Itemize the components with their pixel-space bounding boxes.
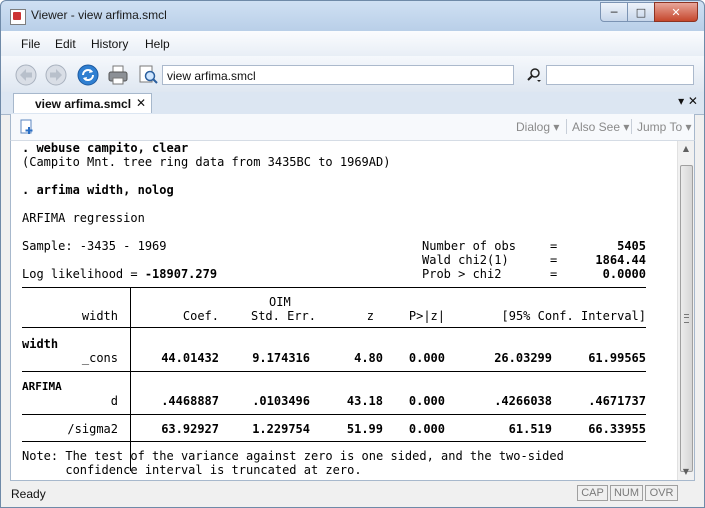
stat-label: Prob > chi2 bbox=[422, 267, 502, 281]
jump-to-menu-button[interactable]: Jump To ▾ bbox=[637, 120, 692, 134]
viewer-content: . webuse campito, clear (Campito Mnt. tr… bbox=[10, 140, 695, 481]
scroll-down-arrow-icon[interactable]: ▼ bbox=[678, 464, 694, 480]
tab-view-arfima[interactable]: view arfima.smcl ✕ bbox=[13, 93, 152, 113]
cell-z: 4.80 bbox=[354, 351, 383, 365]
close-window-button[interactable]: ✕ bbox=[654, 2, 698, 22]
cell-coef: .4468887 bbox=[161, 394, 219, 408]
header-rule bbox=[22, 327, 646, 328]
maximize-button[interactable]: □ bbox=[627, 2, 655, 22]
output-note: (Campito Mnt. tree ring data from 3435BC… bbox=[22, 155, 391, 169]
group-rule bbox=[22, 371, 646, 372]
search-document-icon[interactable] bbox=[137, 64, 159, 86]
command-line: . arfima width, nolog bbox=[22, 183, 174, 197]
cell-p: 0.000 bbox=[408, 422, 445, 436]
stat-label: Wald chi2(1) bbox=[422, 253, 509, 267]
caps-lock-indicator: CAP bbox=[577, 485, 608, 501]
command-line: . webuse campito, clear bbox=[22, 141, 189, 155]
table-top-rule bbox=[22, 287, 646, 288]
find-icon[interactable] bbox=[526, 67, 542, 83]
depvar-header: width bbox=[81, 309, 118, 323]
vertical-scrollbar[interactable]: ▲ ▼ bbox=[677, 141, 694, 480]
cell-std-err: 1.229754 bbox=[252, 422, 310, 436]
cell-p: 0.000 bbox=[408, 351, 445, 365]
address-field[interactable]: view arfima.smcl bbox=[162, 65, 514, 85]
also-see-menu-button[interactable]: Also See ▾ bbox=[572, 120, 629, 134]
row-label: /sigma2 bbox=[67, 422, 118, 436]
stat-value: 1864.44 bbox=[595, 253, 646, 267]
menu-file[interactable]: File bbox=[21, 37, 40, 51]
menu-history[interactable]: History bbox=[91, 37, 128, 51]
cell-ci-high: 66.33955 bbox=[588, 422, 646, 436]
new-viewer-icon[interactable] bbox=[19, 119, 35, 135]
tab-list-and-close-controls[interactable]: ▾ ✕ bbox=[678, 94, 698, 108]
back-arrow-icon[interactable] bbox=[15, 64, 37, 86]
equation-name: width bbox=[22, 337, 59, 351]
column-header-oim: OIM bbox=[269, 295, 291, 309]
scroll-up-arrow-icon[interactable]: ▲ bbox=[678, 141, 694, 157]
toolbar-separator bbox=[631, 119, 632, 134]
table-bottom-rule bbox=[22, 441, 646, 442]
forward-arrow-icon[interactable] bbox=[45, 64, 67, 86]
column-header-p: P>|z| bbox=[408, 309, 445, 323]
cell-p: 0.000 bbox=[408, 394, 445, 408]
viewer-toolbar: Dialog ▾ Also See ▾ Jump To ▾ bbox=[10, 114, 695, 140]
toolbar: view arfima.smcl bbox=[1, 56, 704, 93]
window-controls: ─ □ ✕ bbox=[600, 2, 698, 22]
cell-z: 51.99 bbox=[346, 422, 383, 436]
column-header-conf-interval: [95% Conf. Interval] bbox=[501, 309, 647, 323]
cell-ci-low: 61.519 bbox=[508, 422, 552, 436]
status-text: Ready bbox=[11, 487, 46, 501]
sample-range: Sample: -3435 - 1969 bbox=[22, 239, 167, 253]
row-label: _cons bbox=[81, 351, 118, 365]
column-header-std-err: Std. Err. bbox=[250, 309, 316, 323]
window-client: File Edit History Help view arfima.smcl … bbox=[1, 31, 704, 507]
title-bar[interactable]: Viewer - view arfima.smcl ─ □ ✕ bbox=[1, 1, 704, 31]
stat-eq: = bbox=[550, 239, 558, 253]
table-divider bbox=[130, 288, 131, 471]
cell-std-err: .0103496 bbox=[252, 394, 310, 408]
tab-bar: view arfima.smcl ✕ ▾ ✕ bbox=[1, 92, 704, 115]
stat-label: Number of obs bbox=[422, 239, 516, 253]
group-rule bbox=[22, 414, 646, 415]
equation-name: ARFIMA bbox=[22, 380, 62, 393]
column-header-z: z bbox=[366, 309, 374, 323]
cell-ci-low: 26.03299 bbox=[494, 351, 552, 365]
viewer-window: Viewer - view arfima.smcl ─ □ ✕ File Edi… bbox=[0, 0, 705, 508]
toolbar-separator bbox=[566, 119, 567, 134]
cell-std-err: 9.174316 bbox=[252, 351, 310, 365]
find-input[interactable] bbox=[546, 65, 694, 85]
menu-bar: File Edit History Help bbox=[1, 31, 704, 56]
window-title: Viewer - view arfima.smcl bbox=[31, 8, 167, 22]
cell-z: 43.18 bbox=[346, 394, 383, 408]
footnote: confidence interval is truncated at zero… bbox=[22, 463, 362, 477]
menu-edit[interactable]: Edit bbox=[55, 37, 76, 51]
stat-eq: = bbox=[550, 253, 558, 267]
menu-help[interactable]: Help bbox=[145, 37, 170, 51]
tab-label: view arfima.smcl bbox=[35, 97, 132, 111]
status-bar: Ready CAP NUM OVR bbox=[1, 481, 704, 507]
cell-ci-low: .4266038 bbox=[494, 394, 552, 408]
minimize-button[interactable]: ─ bbox=[600, 2, 628, 22]
stat-value: 5405 bbox=[617, 239, 646, 253]
grip-icon bbox=[684, 314, 689, 323]
tab-close-icon[interactable]: ✕ bbox=[136, 96, 146, 110]
cell-coef: 44.01432 bbox=[161, 351, 219, 365]
stat-value: 0.0000 bbox=[602, 267, 646, 281]
print-icon[interactable] bbox=[107, 64, 129, 86]
overwrite-indicator: OVR bbox=[645, 485, 678, 501]
num-lock-indicator: NUM bbox=[610, 485, 643, 501]
log-likelihood: Log likelihood = -18907.279 bbox=[22, 267, 218, 281]
stat-eq: = bbox=[550, 267, 558, 281]
refresh-icon[interactable] bbox=[77, 64, 99, 86]
cell-ci-high: 61.99565 bbox=[588, 351, 646, 365]
row-label: d bbox=[110, 394, 118, 408]
cell-coef: 63.92927 bbox=[161, 422, 219, 436]
footnote: Note: The test of the variance against z… bbox=[22, 449, 564, 463]
stata-app-icon bbox=[10, 9, 26, 25]
column-header-coef: Coef. bbox=[182, 309, 219, 323]
cell-ci-high: .4671737 bbox=[588, 394, 646, 408]
regression-title: ARFIMA regression bbox=[22, 211, 145, 225]
scroll-thumb[interactable] bbox=[680, 165, 693, 472]
dialog-menu-button[interactable]: Dialog ▾ bbox=[516, 120, 559, 134]
